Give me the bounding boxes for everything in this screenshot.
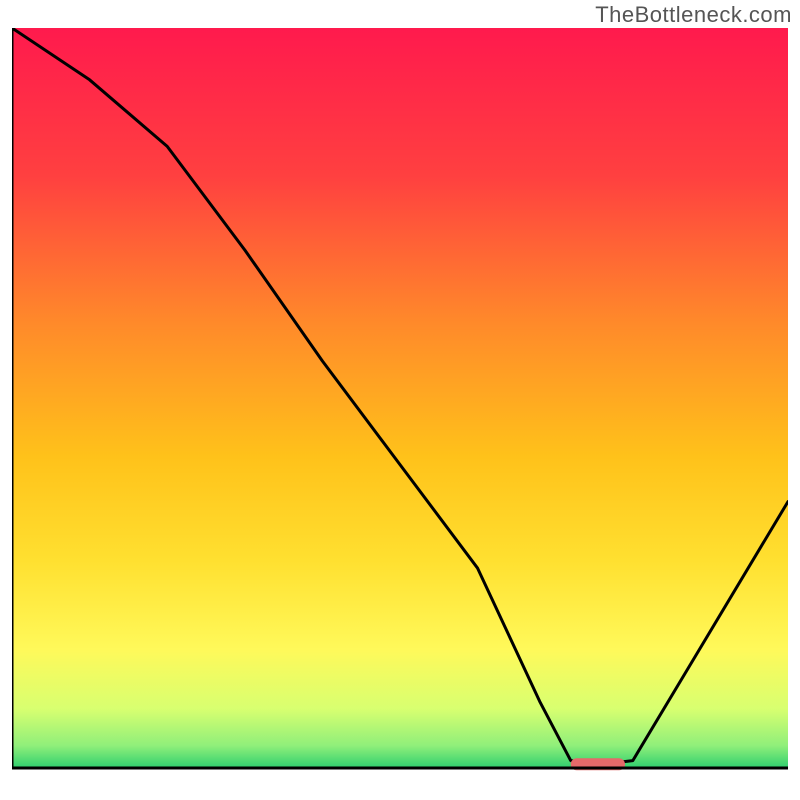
gradient-background [12, 28, 788, 768]
chart-svg [12, 28, 788, 788]
bottleneck-chart [12, 28, 788, 788]
watermark-text: TheBottleneck.com [595, 2, 792, 28]
